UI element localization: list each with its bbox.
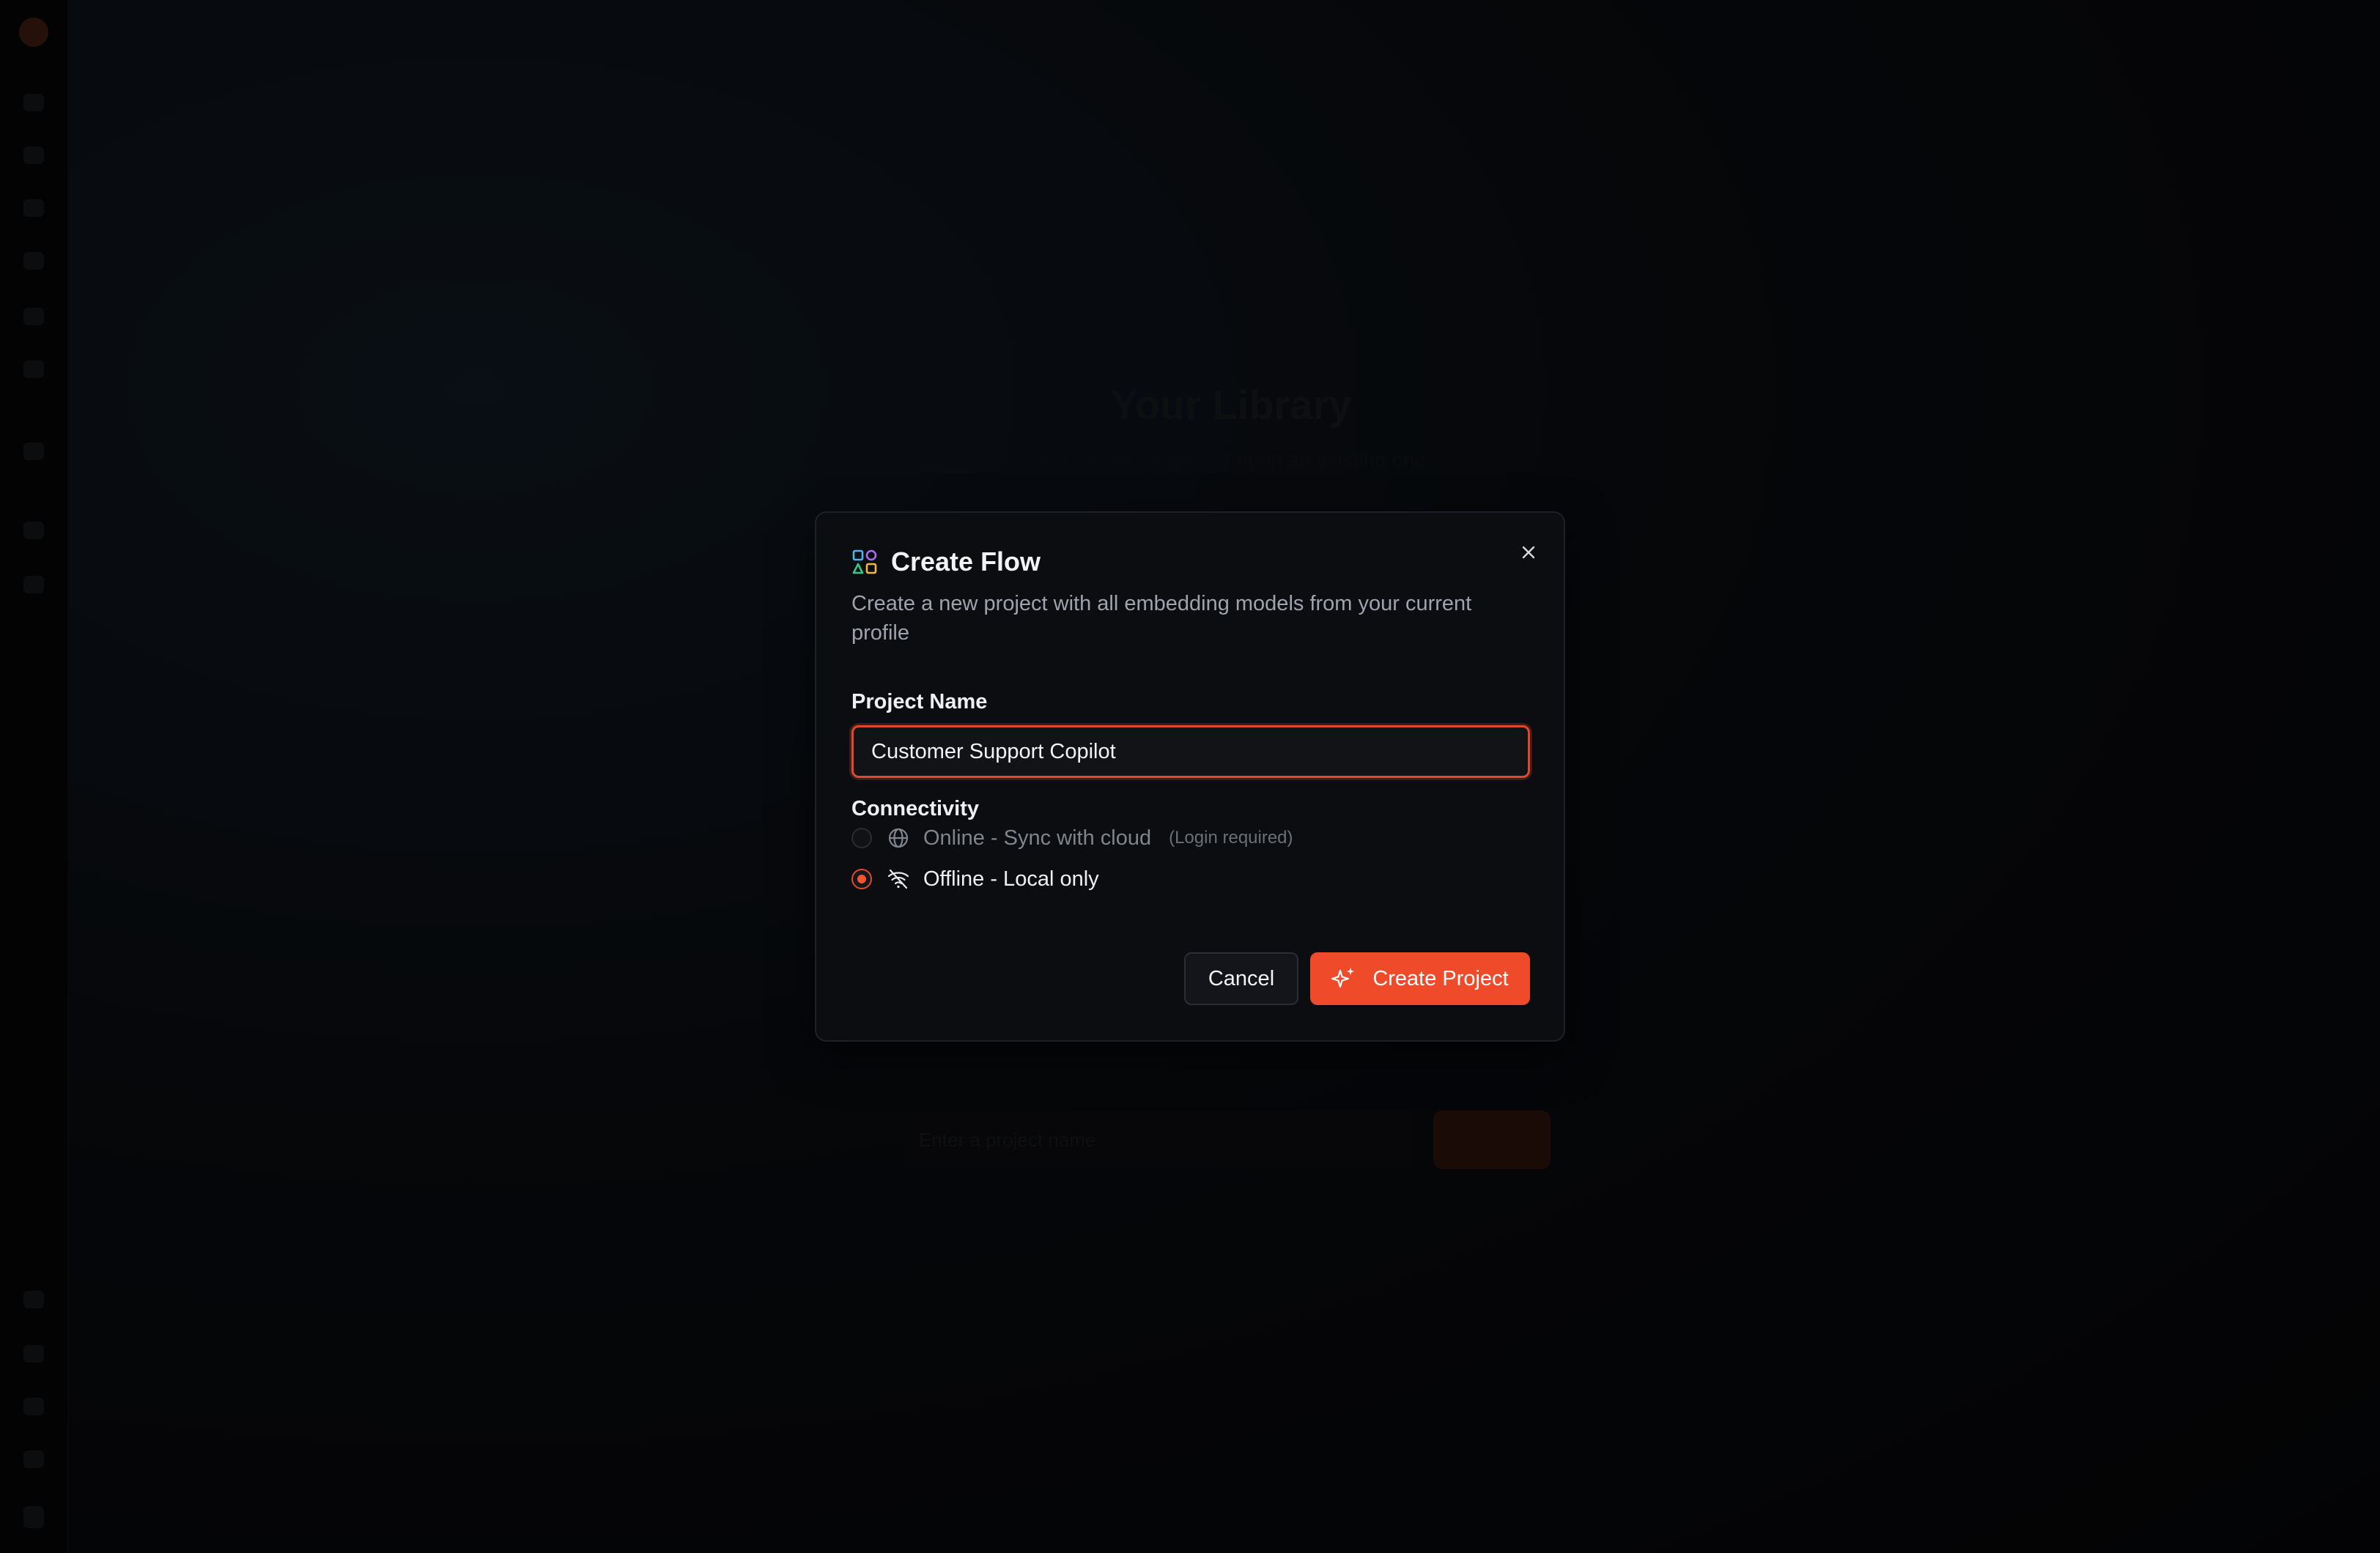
connectivity-label: Connectivity	[851, 797, 980, 820]
close-button[interactable]	[1514, 538, 1543, 567]
create-flow-dialog: Create Flow Create a new project with al…	[815, 511, 1565, 1042]
option-online-label: Online - Sync with cloud	[923, 826, 1152, 850]
cancel-button[interactable]: Cancel	[1184, 952, 1298, 1005]
sparkles-icon	[1331, 968, 1355, 988]
dialog-title: Create Flow	[891, 546, 1041, 577]
flow-icon	[852, 549, 877, 574]
project-name-input[interactable]	[851, 725, 1530, 778]
option-offline[interactable]: Offline - Local only	[851, 864, 1099, 894]
close-icon	[1522, 546, 1535, 559]
create-project-label: Create Project	[1372, 966, 1509, 990]
option-offline-label: Offline - Local only	[923, 867, 1099, 891]
app-window: Your Library Start a new project or open…	[0, 0, 2380, 1553]
login-required-note: (Login required)	[1169, 828, 1293, 848]
radio-offline[interactable]	[851, 869, 872, 889]
globe-icon	[888, 828, 909, 848]
create-project-button[interactable]: Create Project	[1310, 952, 1530, 1005]
dialog-header: Create Flow	[851, 546, 1041, 577]
radio-online[interactable]	[851, 828, 872, 848]
project-name-label: Project Name	[851, 690, 988, 714]
dialog-description: Create a new project with all embedding …	[851, 592, 1472, 645]
wifi-off-icon	[887, 869, 909, 889]
option-online[interactable]: Online - Sync with cloud (Login required…	[851, 823, 1293, 853]
